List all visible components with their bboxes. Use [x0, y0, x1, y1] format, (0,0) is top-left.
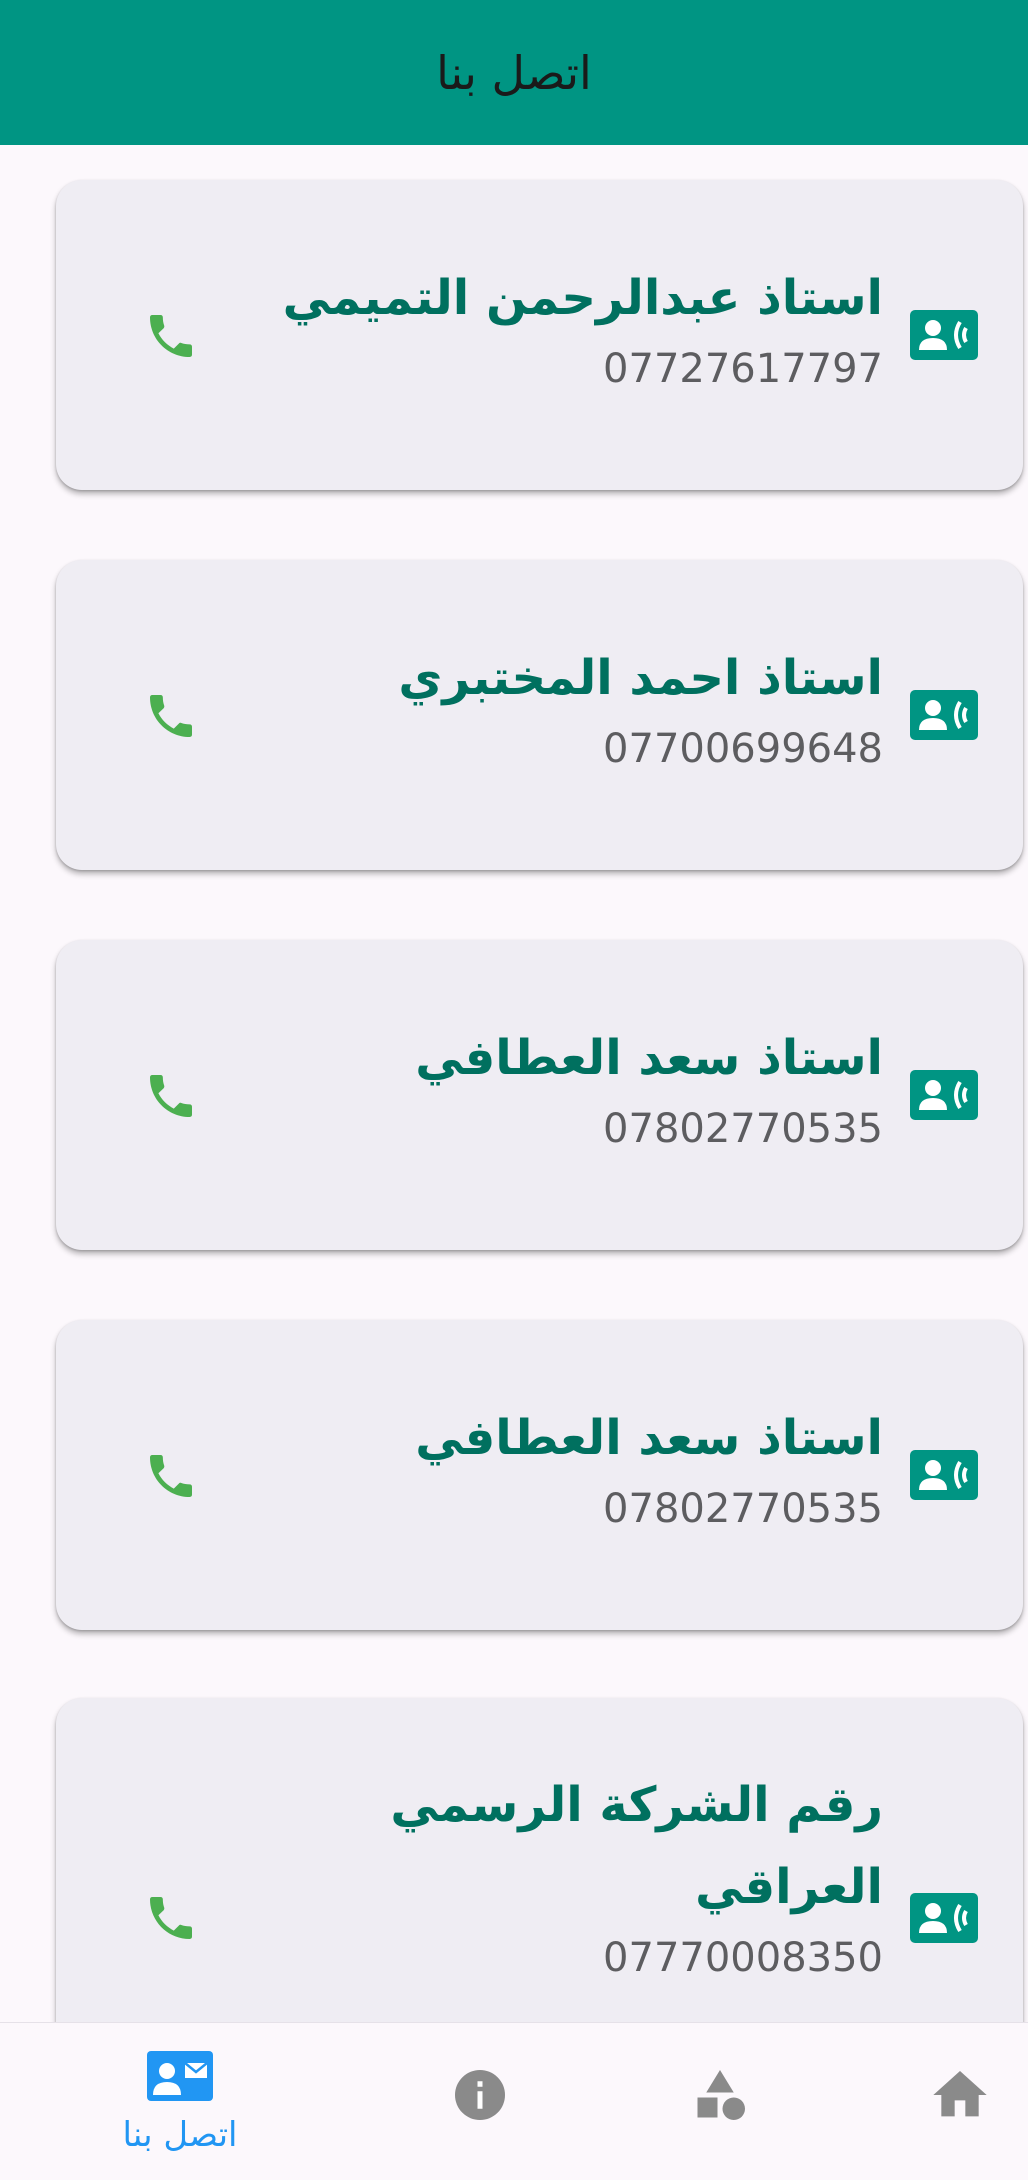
category-shapes-icon	[697, 2070, 745, 2120]
nav-item-home[interactable]	[860, 2023, 1028, 2180]
contact-texts: استاذ احمد المختبري 07700699648	[398, 637, 883, 779]
call-button[interactable]	[136, 1883, 206, 1953]
phone-icon	[150, 1455, 192, 1497]
call-button[interactable]	[136, 1441, 206, 1511]
contact-card: استاذ عبدالرحمن التميمي 07727617797	[56, 180, 1023, 490]
contact-texts: استاذ سعد العطافي 07802770535	[415, 1397, 883, 1539]
contact-phone-number: 07802770535	[603, 1486, 883, 1532]
contact-phone-icon	[910, 1450, 978, 1500]
contact-name: استاذ عبدالرحمن التميمي	[282, 270, 883, 326]
phone-icon	[150, 695, 192, 737]
contact-phone-icon	[910, 1893, 978, 1943]
contact-phone-number: 07802770535	[603, 1106, 883, 1152]
contact-card: استاذ سعد العطافي 07802770535	[56, 940, 1023, 1250]
contact-phone-number: 07770008350	[603, 1935, 883, 1981]
app-bar: اتصل بنا	[0, 0, 1028, 145]
contact-name: استاذ احمد المختبري	[398, 650, 883, 706]
page-title: اتصل بنا	[436, 45, 592, 100]
contact-texts: استاذ سعد العطافي 07802770535	[415, 1017, 883, 1159]
contact-card: استاذ احمد المختبري 07700699648	[56, 560, 1023, 870]
call-button[interactable]	[136, 1061, 206, 1131]
nav-item-info[interactable]	[380, 2023, 580, 2180]
nav-label-contact-us: اتصل بنا	[122, 2115, 238, 2155]
contacts-list[interactable]: استاذ عبدالرحمن التميمي 07727617797 استا…	[0, 145, 1028, 2022]
contact-texts: استاذ عبدالرحمن التميمي 07727617797	[283, 257, 883, 399]
contact-phone-number: 07700699648	[603, 726, 883, 772]
contact-card: رقم الشركة الرسمي العراقي 07770008350	[56, 1698, 1023, 2022]
info-icon	[455, 2070, 505, 2120]
contact-name: استاذ سعد العطافي	[415, 1030, 883, 1086]
contact-phone-number: 07727617797	[603, 346, 883, 392]
contact-phone-icon	[910, 1070, 978, 1120]
contact-name-line1: رقم الشركة الرسمي	[390, 1777, 883, 1833]
contact-phone-icon	[910, 690, 978, 740]
nav-item-categories[interactable]	[620, 2023, 820, 2180]
contact-texts: رقم الشركة الرسمي العراقي 07770008350	[390, 1764, 883, 1988]
phone-icon	[150, 1075, 192, 1117]
contact-name-line2: العراقي	[695, 1859, 883, 1915]
contact-phone-icon	[910, 310, 978, 360]
contact-card: استاذ سعد العطافي 07802770535	[56, 1320, 1023, 1630]
phone-icon	[150, 315, 192, 357]
phone-icon	[150, 1897, 192, 1939]
bottom-navigation: اتصل بنا	[0, 2022, 1028, 2180]
contact-mail-icon	[147, 2051, 213, 2101]
call-button[interactable]	[136, 301, 206, 371]
contact-name: استاذ سعد العطافي	[415, 1410, 883, 1466]
nav-item-contact-us[interactable]: اتصل بنا	[80, 2023, 280, 2180]
home-icon	[933, 2071, 987, 2117]
call-button[interactable]	[136, 681, 206, 751]
